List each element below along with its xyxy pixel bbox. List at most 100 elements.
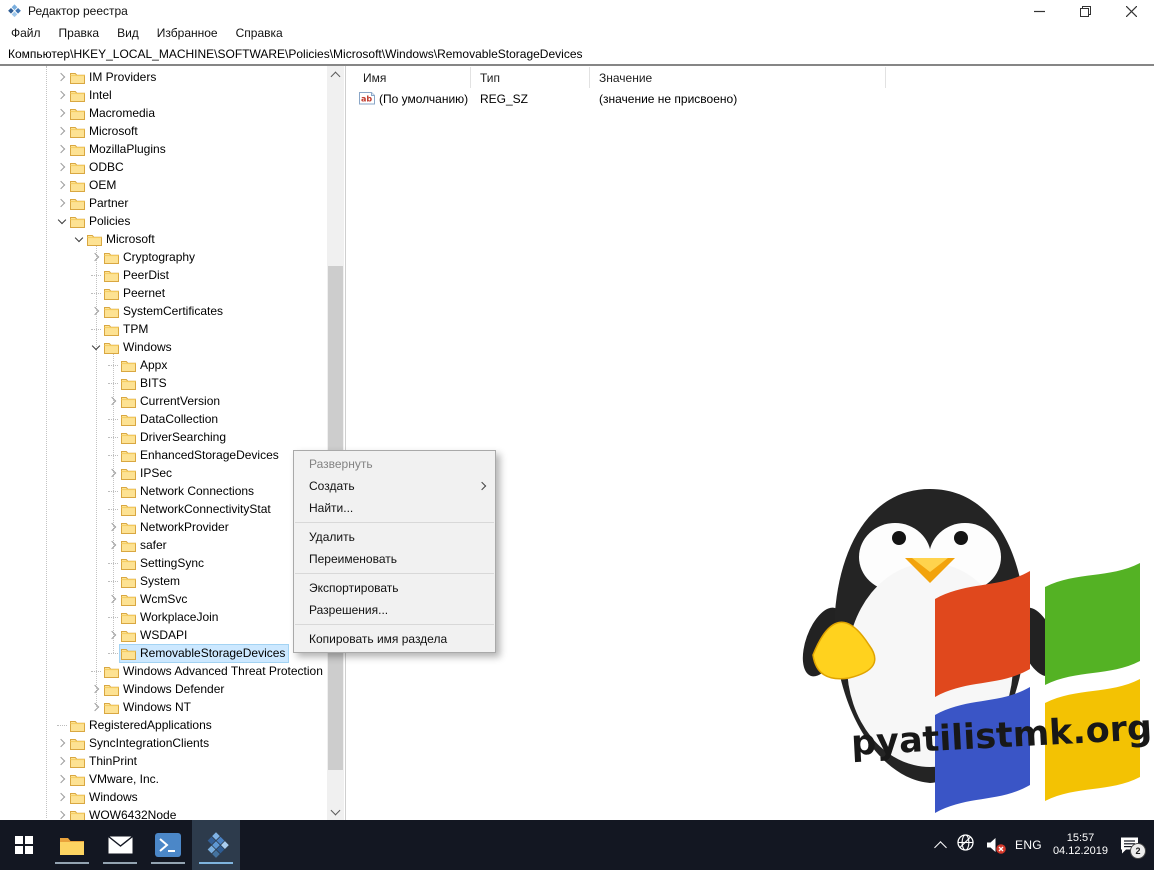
close-button[interactable] bbox=[1108, 0, 1154, 22]
chevron-expanded-icon[interactable] bbox=[89, 340, 103, 354]
tree-item-windows[interactable]: Windows bbox=[0, 338, 329, 356]
tree-item-intel[interactable]: Intel bbox=[0, 86, 329, 104]
restore-button[interactable] bbox=[1062, 0, 1108, 22]
tree-item-appx[interactable]: Appx bbox=[0, 356, 329, 374]
menu-файл[interactable]: Файл bbox=[2, 24, 50, 42]
column-header-name[interactable]: Имя bbox=[347, 67, 471, 88]
tree-item-content[interactable]: IPSec bbox=[120, 465, 175, 482]
tree-item-macromedia[interactable]: Macromedia bbox=[0, 104, 329, 122]
taskbar-file-explorer[interactable] bbox=[48, 820, 96, 870]
tree-item-content[interactable]: Microsoft bbox=[69, 123, 141, 140]
chevron-expanded-icon[interactable] bbox=[55, 214, 69, 228]
tree-item-content[interactable]: Windows NT bbox=[103, 699, 194, 716]
tree-item-windows[interactable]: Windows bbox=[0, 788, 329, 806]
scroll-down-icon[interactable] bbox=[327, 803, 344, 820]
taskbar-mail[interactable] bbox=[96, 820, 144, 870]
tree-item-content[interactable]: Appx bbox=[120, 357, 170, 374]
chevron-collapsed-icon[interactable] bbox=[89, 682, 103, 696]
chevron-collapsed-icon[interactable] bbox=[55, 196, 69, 210]
tree-item-content[interactable]: NetworkProvider bbox=[120, 519, 232, 536]
tree-item-content[interactable]: IM Providers bbox=[69, 69, 159, 86]
tree-item-content[interactable]: safer bbox=[120, 537, 170, 554]
tree-item-partner[interactable]: Partner bbox=[0, 194, 329, 212]
context-menu-разрешения[interactable]: Разрешения... bbox=[294, 599, 495, 621]
tree-item-mozillaplugins[interactable]: MozillaPlugins bbox=[0, 140, 329, 158]
tree-item-content[interactable]: ODBC bbox=[69, 159, 127, 176]
tree-item-content[interactable]: Policies bbox=[69, 213, 133, 230]
tree-item-content[interactable]: Peernet bbox=[103, 285, 168, 302]
chevron-collapsed-icon[interactable] bbox=[106, 394, 120, 408]
chevron-expanded-icon[interactable] bbox=[72, 232, 86, 246]
tree-item-content[interactable]: ThinPrint bbox=[69, 753, 140, 770]
chevron-collapsed-icon[interactable] bbox=[89, 250, 103, 264]
tree-item-content[interactable]: WSDAPI bbox=[120, 627, 190, 644]
taskbar-powershell[interactable] bbox=[144, 820, 192, 870]
tree-item-im-providers[interactable]: IM Providers bbox=[0, 68, 329, 86]
minimize-button[interactable] bbox=[1016, 0, 1062, 22]
menu-правка[interactable]: Правка bbox=[50, 24, 109, 42]
tree-item-wow6432node[interactable]: WOW6432Node bbox=[0, 806, 329, 820]
tree-item-content[interactable]: WcmSvc bbox=[120, 591, 190, 608]
tree-item-thinprint[interactable]: ThinPrint bbox=[0, 752, 329, 770]
chevron-collapsed-icon[interactable] bbox=[106, 466, 120, 480]
chevron-collapsed-icon[interactable] bbox=[55, 754, 69, 768]
tree-scrollbar[interactable] bbox=[327, 66, 344, 820]
tree-item-content[interactable]: Windows bbox=[69, 789, 141, 806]
tree-item-content[interactable]: NetworkConnectivityStat bbox=[120, 501, 274, 518]
context-menu-экспортировать[interactable]: Экспортировать bbox=[294, 577, 495, 599]
context-menu-удалить[interactable]: Удалить bbox=[294, 526, 495, 548]
tree-item-wcmsvc[interactable]: WcmSvc bbox=[0, 590, 329, 608]
chevron-collapsed-icon[interactable] bbox=[55, 736, 69, 750]
tree-item-microsoft[interactable]: Microsoft bbox=[0, 122, 329, 140]
chevron-collapsed-icon[interactable] bbox=[55, 160, 69, 174]
chevron-collapsed-icon[interactable] bbox=[106, 628, 120, 642]
column-header-value[interactable]: Значение bbox=[590, 67, 886, 88]
chevron-collapsed-icon[interactable] bbox=[55, 88, 69, 102]
tree-item-system[interactable]: System bbox=[0, 572, 329, 590]
menu-справка[interactable]: Справка bbox=[227, 24, 292, 42]
scroll-up-icon[interactable] bbox=[327, 66, 344, 83]
tree-item-content[interactable]: MozillaPlugins bbox=[69, 141, 169, 158]
tree-item-registeredapplications[interactable]: RegisteredApplications bbox=[0, 716, 329, 734]
tree-selected-item[interactable]: RemovableStorageDevices bbox=[118, 643, 290, 663]
tree-item-content[interactable]: Windows Defender bbox=[103, 681, 227, 698]
chevron-collapsed-icon[interactable] bbox=[55, 106, 69, 120]
tree-item-content[interactable]: Windows bbox=[103, 339, 175, 356]
chevron-collapsed-icon[interactable] bbox=[106, 520, 120, 534]
tree-item-windows-nt[interactable]: Windows NT bbox=[0, 698, 329, 716]
tree-item-content[interactable]: OEM bbox=[69, 177, 119, 194]
chevron-collapsed-icon[interactable] bbox=[55, 124, 69, 138]
chevron-collapsed-icon[interactable] bbox=[55, 70, 69, 84]
tree-item-content[interactable]: Intel bbox=[69, 87, 115, 104]
tree-item-networkprovider[interactable]: NetworkProvider bbox=[0, 518, 329, 536]
tree-item-enhancedstoragedevices[interactable]: EnhancedStorageDevices bbox=[0, 446, 329, 464]
chevron-collapsed-icon[interactable] bbox=[55, 772, 69, 786]
tree-item-oem[interactable]: OEM bbox=[0, 176, 329, 194]
tree-item-driversearching[interactable]: DriverSearching bbox=[0, 428, 329, 446]
tree-item-peernet[interactable]: Peernet bbox=[0, 284, 329, 302]
tree-item-content[interactable]: BITS bbox=[120, 375, 170, 392]
network-globe-icon[interactable] bbox=[956, 833, 975, 857]
chevron-collapsed-icon[interactable] bbox=[89, 700, 103, 714]
tree-item-workplacejoin[interactable]: WorkplaceJoin bbox=[0, 608, 329, 626]
tree-item-content[interactable]: Partner bbox=[69, 195, 131, 212]
tree-item-currentversion[interactable]: CurrentVersion bbox=[0, 392, 329, 410]
tree-item-content[interactable]: System bbox=[120, 573, 183, 590]
tree-item-content[interactable]: Cryptography bbox=[103, 249, 198, 266]
taskbar-registry-editor[interactable] bbox=[192, 820, 240, 870]
tree-item-content[interactable]: Windows Advanced Threat Protection bbox=[103, 663, 326, 680]
tree-item-policies[interactable]: Policies bbox=[0, 212, 329, 230]
tree-item-wsdapi[interactable]: WSDAPI bbox=[0, 626, 329, 644]
start-button[interactable] bbox=[0, 820, 48, 870]
tree-item-content[interactable]: TPM bbox=[103, 321, 151, 338]
tree-item-content[interactable]: WOW6432Node bbox=[69, 807, 179, 820]
tree-item-content[interactable]: CurrentVersion bbox=[120, 393, 223, 410]
tree-item-settingsync[interactable]: SettingSync bbox=[0, 554, 329, 572]
tree-item-windows-advanced-threat-protection[interactable]: Windows Advanced Threat Protection bbox=[0, 662, 329, 680]
chevron-collapsed-icon[interactable] bbox=[106, 538, 120, 552]
language-indicator[interactable]: ENG bbox=[1015, 838, 1042, 852]
tree-item-microsoft[interactable]: Microsoft bbox=[0, 230, 329, 248]
tree-item-content[interactable]: WorkplaceJoin bbox=[120, 609, 221, 626]
tree-item-content[interactable]: DriverSearching bbox=[120, 429, 229, 446]
context-menu-копировать-имя-раздела[interactable]: Копировать имя раздела bbox=[294, 628, 495, 650]
